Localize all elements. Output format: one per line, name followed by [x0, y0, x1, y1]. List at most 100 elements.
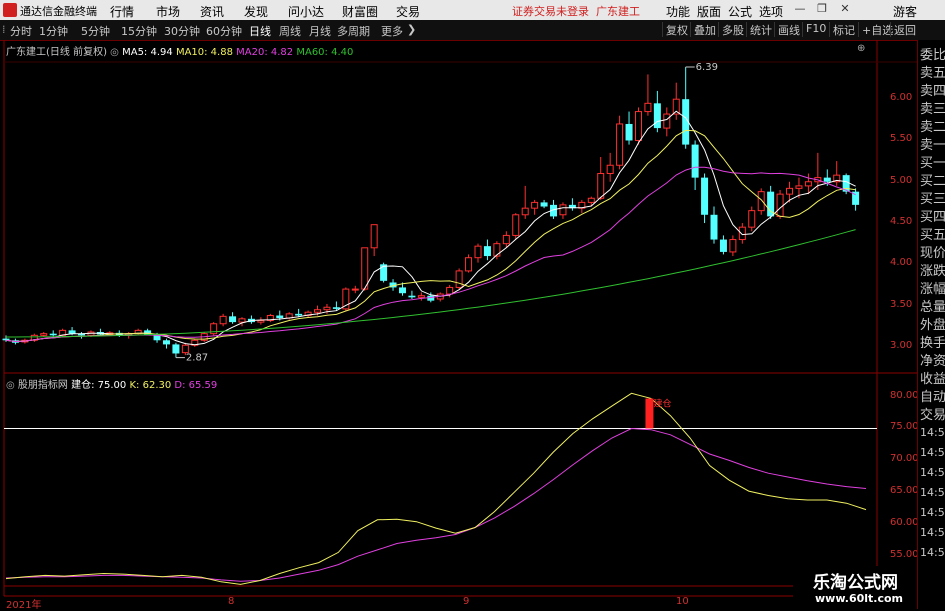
menu-item-formula[interactable]: 公式: [728, 3, 752, 20]
quote-panel-item[interactable]: 总量: [920, 296, 945, 315]
quote-panel-item[interactable]: 买一: [920, 152, 945, 171]
quote-panel-item[interactable]: 14:56: [920, 506, 945, 519]
candle: [96, 328, 104, 336]
candle: [219, 313, 227, 327]
ma5-line: [5, 110, 856, 346]
quote-panel-item[interactable]: 涨跌: [920, 260, 945, 279]
quote-panel-item[interactable]: 14:56: [920, 466, 945, 479]
quote-panel-item[interactable]: 卖三: [920, 98, 945, 117]
period-more[interactable]: 更多: [381, 23, 403, 39]
restore-icon[interactable]: ❐: [815, 2, 829, 16]
kd-indicator-lines: 建仓: [4, 392, 877, 585]
chart-settings-icon[interactable]: ⊕: [857, 43, 865, 54]
quote-panel-item[interactable]: 收益: [920, 368, 945, 387]
candle: [512, 213, 520, 240]
candle: [49, 330, 57, 337]
period-daily[interactable]: 日线: [249, 23, 271, 39]
period-5min[interactable]: 5分钟: [81, 23, 110, 39]
candle: [767, 185, 775, 219]
quote-panel-item[interactable]: 14:56: [920, 446, 945, 459]
quote-panel-item[interactable]: 自动: [920, 386, 945, 405]
candle: [653, 90, 661, 133]
chart-area[interactable]: 建仓 6.39 2.87: [0, 40, 917, 609]
quote-panel-item[interactable]: 买四: [920, 206, 945, 225]
adjust-button[interactable]: 复权: [662, 22, 691, 37]
quote-panel-item[interactable]: 涨幅: [920, 278, 945, 297]
candle: [78, 332, 86, 339]
candlestick-series: [2, 66, 860, 358]
quote-panel-item[interactable]: 外盘: [920, 314, 945, 333]
quote-panel-item[interactable]: 14:56: [920, 486, 945, 499]
period-multi[interactable]: 多周期: [337, 23, 370, 39]
ma60-line: [6, 229, 856, 338]
period-60min[interactable]: 60分钟: [206, 23, 242, 39]
candle: [729, 235, 737, 257]
menu-item-news[interactable]: 资讯: [200, 3, 224, 20]
quote-panel-item[interactable]: 卖一: [920, 134, 945, 153]
legend-toggle-icon[interactable]: ◎: [110, 47, 119, 58]
buy-signal-bar: [645, 398, 654, 429]
period-1min[interactable]: 1分钟: [39, 23, 68, 39]
period-30min[interactable]: 30分钟: [164, 23, 200, 39]
menu-item-ask[interactable]: 问小达: [288, 3, 324, 20]
back-button[interactable]: 返回: [890, 22, 919, 37]
candle: [644, 74, 652, 116]
login-status[interactable]: 证券交易未登录 广东建工: [512, 3, 640, 19]
candle: [710, 206, 718, 244]
candle: [30, 333, 38, 342]
ma60-label: MA60: 4.40: [296, 47, 354, 58]
period-15min[interactable]: 15分钟: [121, 23, 157, 39]
indicator-toggle-icon[interactable]: ◎: [6, 380, 15, 391]
main-chart-legend: 广东建工(日线 前复权) ◎ MA5: 4.94 MA10: 4.88 MA20…: [6, 43, 353, 58]
quote-panel-item[interactable]: 交易: [920, 404, 945, 423]
candle: [134, 328, 142, 336]
menu-item-trade[interactable]: 交易: [396, 3, 420, 20]
candle: [701, 173, 709, 224]
statistics-button[interactable]: 统计: [746, 22, 775, 37]
overlay-button[interactable]: 叠加: [690, 22, 719, 37]
quote-panel-item[interactable]: 买二: [920, 170, 945, 189]
quote-panel-item[interactable]: 14:56: [920, 526, 945, 539]
candle: [483, 239, 491, 261]
quote-panel-item[interactable]: 换手: [920, 332, 945, 351]
quote-panel-item[interactable]: 卖五: [920, 62, 945, 81]
quote-panel-item[interactable]: 14:56: [920, 546, 945, 559]
menu-item-quotes[interactable]: 行情: [110, 3, 134, 20]
more-dropdown-icon[interactable]: ❯: [407, 23, 416, 36]
quote-panel-item[interactable]: 现价: [920, 242, 945, 261]
menu-item-layout[interactable]: 版面: [697, 3, 721, 20]
draw-line-button[interactable]: 画线: [774, 22, 803, 37]
quote-side-panel[interactable]: 委比 卖五 卖四 卖三 卖二 卖一 买一 买二 买三 买四 买五 现价 涨跌 涨幅 总量 外盘 换手 净资 收益 自动…: [917, 40, 945, 609]
buy-signal-label: 建仓: [653, 398, 671, 410]
guest-label[interactable]: 游客: [893, 3, 917, 20]
quote-panel-item[interactable]: 卖二: [920, 116, 945, 135]
quote-panel-item[interactable]: 14:56: [920, 426, 945, 439]
candle: [568, 198, 576, 211]
period-intraday[interactable]: 分时: [10, 23, 32, 39]
quote-panel-item[interactable]: 委比: [920, 44, 945, 63]
sub-y-tick-label: 65.00: [890, 485, 919, 497]
sub-y-tick-label: 75.00: [890, 421, 919, 433]
minimize-icon[interactable]: —: [793, 2, 807, 16]
period-weekly[interactable]: 周线: [279, 23, 301, 39]
f10-button[interactable]: F10: [802, 22, 829, 37]
candle: [814, 152, 822, 191]
period-monthly[interactable]: 月线: [309, 23, 331, 39]
candle: [672, 82, 680, 120]
quote-panel-item[interactable]: 买五: [920, 224, 945, 243]
close-icon[interactable]: ✕: [838, 2, 852, 16]
sub-y-tick-label: 70.00: [890, 453, 919, 465]
menu-item-function[interactable]: 功能: [666, 3, 690, 20]
menu-item-market[interactable]: 市场: [156, 3, 180, 20]
menu-item-discover[interactable]: 发现: [244, 3, 268, 20]
menu-item-wealth-circle[interactable]: 财富圈: [342, 3, 378, 20]
quote-panel-item[interactable]: 净资: [920, 350, 945, 369]
quote-panel-item[interactable]: 卖四: [920, 80, 945, 99]
sub-y-tick-label: 80.00: [890, 389, 919, 401]
quote-panel-item[interactable]: 买三: [920, 188, 945, 207]
multi-stock-button[interactable]: 多股: [718, 22, 747, 37]
ma20-line: [5, 166, 856, 343]
mark-button[interactable]: 标记: [829, 22, 858, 37]
menu-item-options[interactable]: 选项: [759, 3, 783, 20]
high-price-label: 6.39: [696, 62, 718, 73]
